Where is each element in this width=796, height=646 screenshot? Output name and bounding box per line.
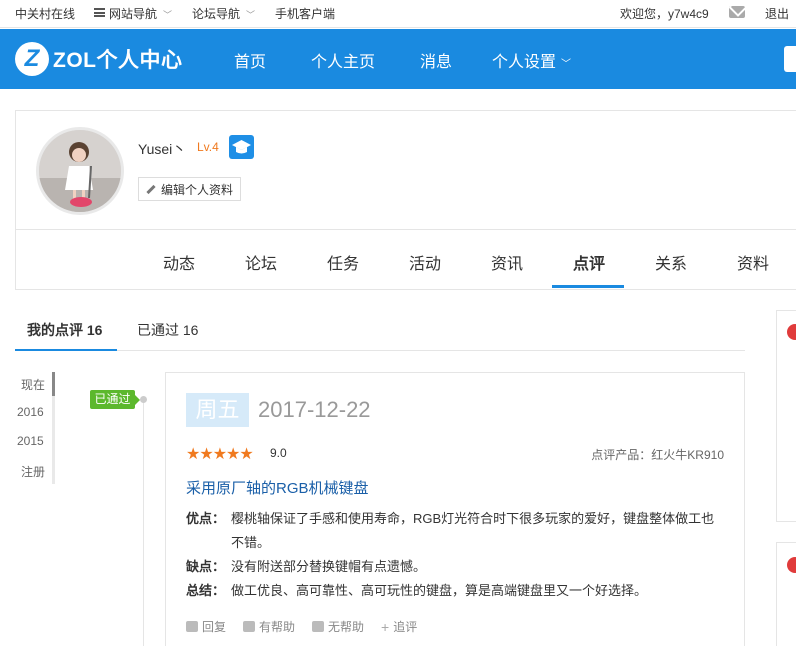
pros-label: 优点： [186, 511, 226, 526]
tab-passed-reviews[interactable]: 已通过 16 [137, 320, 198, 340]
reply-button[interactable]: 回复 [186, 618, 226, 635]
comment-icon [186, 621, 198, 632]
thumbs-up-icon [243, 621, 256, 632]
review-weekday: 周五 [186, 393, 249, 427]
review-card: 周五 2017-12-22 ★★★★★ 9.0 点评产品：红火牛KR910 采用… [165, 372, 745, 646]
tab-reviews[interactable]: 点评 [573, 250, 605, 274]
avatar-photo [39, 130, 121, 212]
zol-logo-icon: Z [15, 42, 49, 76]
username: Yusei丶 [138, 141, 187, 157]
my-reviews-count: 16 [86, 322, 103, 338]
header-search-input[interactable] [784, 46, 796, 72]
timeline-dot [140, 396, 147, 403]
my-reviews-label: 我的点评 [27, 322, 83, 338]
avatar[interactable] [36, 127, 124, 215]
year-2015[interactable]: 2015 [17, 434, 44, 448]
graduation-cap-icon [229, 135, 254, 159]
cons-text: 没有附送部分替换键帽有点遗憾。 [231, 559, 427, 574]
welcome-user-link[interactable]: 欢迎您，y7w4c9 [620, 5, 709, 22]
chevron-down-icon: ﹀ [561, 59, 572, 70]
tab-news[interactable]: 资讯 [491, 250, 523, 274]
nav-settings[interactable]: 个人设置 ﹀ [492, 48, 571, 72]
nav-personal-page[interactable]: 个人主页 [311, 48, 375, 72]
heart-icon [787, 557, 796, 573]
site-nav-menu[interactable]: 网站导航 ﹀ [94, 5, 172, 22]
forum-nav-menu[interactable]: 论坛导航 ﹀ [192, 5, 255, 22]
plus-icon: + [381, 618, 390, 635]
pencil-icon [146, 184, 156, 194]
reply-label: 回复 [202, 620, 227, 634]
review-title[interactable]: 采用原厂轴的RGB机械键盘 [186, 477, 369, 498]
user-level: Lv.4 [197, 140, 219, 154]
thumbs-down-icon [312, 621, 325, 632]
star-rating: ★★★★★ [186, 446, 254, 463]
top-utility-bar: 中关村在线 网站导航 ﹀ 论坛导航 ﹀ 手机客户端 欢迎您，y7w4c9 退出 [0, 0, 796, 28]
nav-home[interactable]: 首页 [234, 48, 266, 72]
logo-text: ZOL个人中心 [53, 49, 183, 72]
follow-up-button[interactable]: + 追评 [381, 618, 417, 635]
passed-reviews-label: 已通过 [137, 322, 179, 338]
year-now[interactable]: 现在 [21, 376, 45, 393]
site-nav-label: 网站导航 [109, 7, 158, 21]
helpful-button[interactable]: 有帮助 [243, 618, 295, 635]
tab-activity[interactable]: 动态 [163, 250, 195, 274]
year-2016[interactable]: 2016 [17, 405, 44, 419]
forum-nav-label: 论坛导航 [192, 7, 241, 21]
tab-profile-info[interactable]: 资料 [737, 250, 769, 274]
review-actions: 回复 有帮助 无帮助 + 追评 [186, 618, 434, 635]
status-badge: 已通过 [90, 390, 140, 409]
unhelpful-label: 无帮助 [328, 620, 365, 634]
follow-up-label: 追评 [393, 620, 418, 634]
tab-my-reviews[interactable]: 我的点评 16 [27, 320, 102, 340]
review-pros: 优点： 樱桃轴保证了手感和使用寿命，RGB灯光符合时下很多玩家的爱好，键盘整体做… [186, 507, 726, 555]
summary-label: 总结： [186, 583, 226, 598]
chevron-down-icon: ﹀ [163, 10, 173, 20]
cons-label: 缺点： [186, 559, 226, 574]
passed-reviews-count: 16 [182, 322, 199, 338]
subtab-active-indicator [15, 349, 117, 351]
year-active-marker [52, 372, 55, 396]
mobile-client-link[interactable]: 手机客户端 [275, 5, 335, 22]
main-header: Z ZOL个人中心 首页 个人主页 消息 个人设置 ﹀ [0, 29, 796, 89]
subtab-divider [15, 350, 745, 351]
review-summary: 总结： 做工优良、高可靠性、高可玩性的键盘，算是高端键盘里又一个好选择。 [186, 579, 726, 603]
nav-messages[interactable]: 消息 [420, 48, 452, 72]
pros-text: 樱桃轴保证了手感和使用寿命，RGB灯光符合时下很多玩家的爱好，键盘整体做工也不错… [231, 511, 715, 550]
review-product[interactable]: 点评产品：红火牛KR910 [591, 446, 724, 463]
edit-profile-button[interactable]: 编辑个人资料 [138, 177, 241, 201]
tab-forum[interactable]: 论坛 [245, 250, 277, 274]
timeline-line [143, 400, 144, 646]
helpful-label: 有帮助 [259, 620, 296, 634]
review-score: 9.0 [270, 446, 287, 460]
logout-link[interactable]: 退出 [765, 5, 789, 22]
tab-tasks[interactable]: 任务 [327, 250, 359, 274]
unhelpful-button[interactable]: 无帮助 [312, 618, 364, 635]
side-widget-top [776, 310, 796, 522]
summary-text: 做工优良、高可靠性、高可玩性的键盘，算是高端键盘里又一个好选择。 [231, 583, 648, 598]
review-date: 2017-12-22 [258, 397, 371, 422]
site-home-link[interactable]: 中关村在线 [15, 5, 75, 22]
edit-profile-label: 编辑个人资料 [161, 182, 234, 197]
year-registered[interactable]: 注册 [21, 463, 45, 480]
tab-events[interactable]: 活动 [409, 250, 441, 274]
zol-logo[interactable]: Z ZOL个人中心 [15, 42, 183, 76]
profile-divider [16, 229, 796, 230]
nav-settings-label: 个人设置 [492, 54, 557, 71]
profile-card: Yusei丶 Lv.4 编辑个人资料 猪 动态 论坛 任务 活动 资讯 点评 关… [15, 110, 796, 290]
mail-icon[interactable] [729, 6, 745, 18]
chevron-down-icon: ﹀ [246, 10, 256, 20]
badge-icon [787, 324, 796, 340]
active-tab-indicator [552, 285, 624, 288]
side-widget-bottom [776, 542, 796, 646]
tab-relations[interactable]: 关系 [655, 250, 687, 274]
menu-icon [94, 8, 105, 17]
review-cons: 缺点： 没有附送部分替换键帽有点遗憾。 [186, 555, 726, 579]
